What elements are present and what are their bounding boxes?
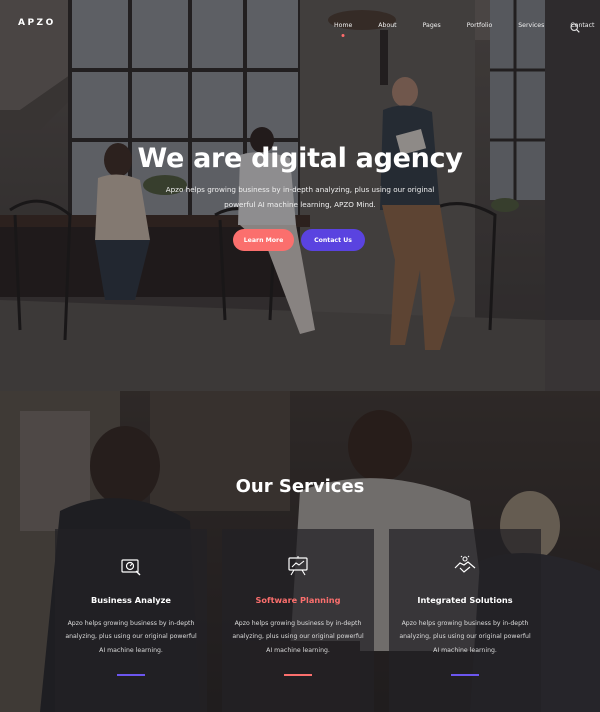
card-title: Integrated Solutions: [417, 595, 513, 605]
contact-us-button[interactable]: Contact Us: [301, 229, 365, 251]
handshake-icon: [454, 555, 476, 573]
card-title: Business Analyze: [91, 595, 171, 605]
services-section: Our Services Business Analyze Apzo helps…: [0, 391, 600, 712]
card-title: Software Planning: [255, 595, 341, 605]
nav-item-about[interactable]: About: [374, 22, 400, 29]
services-title: Our Services: [235, 476, 365, 497]
card-accent-bar: [451, 674, 479, 676]
search-icon[interactable]: [570, 23, 580, 33]
analytics-icon: [121, 559, 141, 576]
service-card-business-analyze[interactable]: Business Analyze Apzo helps growing busi…: [55, 529, 207, 712]
nav-item-portfolio[interactable]: Portfolio: [463, 22, 496, 29]
nav-item-services[interactable]: Services: [514, 22, 548, 29]
main-navigation: APZO Home About Pages Portfolio Services…: [0, 0, 600, 54]
hero-title: We are digital agency: [137, 143, 463, 174]
nav-item-pages[interactable]: Pages: [419, 22, 445, 29]
nav-item-home[interactable]: Home: [330, 22, 356, 29]
planning-board-icon: [288, 556, 308, 576]
card-accent-bar: [284, 674, 312, 676]
card-description: Apzo helps growing business by in-depth …: [65, 620, 197, 654]
hero-section: APZO Home About Pages Portfolio Services…: [0, 0, 600, 391]
hero-description: Apzo helps growing business by in-depth …: [165, 185, 435, 209]
card-accent-bar: [117, 674, 145, 676]
service-card-integrated-solutions[interactable]: Integrated Solutions Apzo helps growing …: [389, 529, 541, 712]
service-card-software-planning[interactable]: Software Planning Apzo helps growing bus…: [222, 529, 374, 712]
nav-menu: Home About Pages Portfolio Services Cont…: [320, 22, 598, 29]
logo[interactable]: APZO: [18, 18, 56, 28]
card-description: Apzo helps growing business by in-depth …: [232, 620, 364, 654]
learn-more-button[interactable]: Learn More: [233, 229, 294, 251]
card-description: Apzo helps growing business by in-depth …: [399, 620, 531, 654]
